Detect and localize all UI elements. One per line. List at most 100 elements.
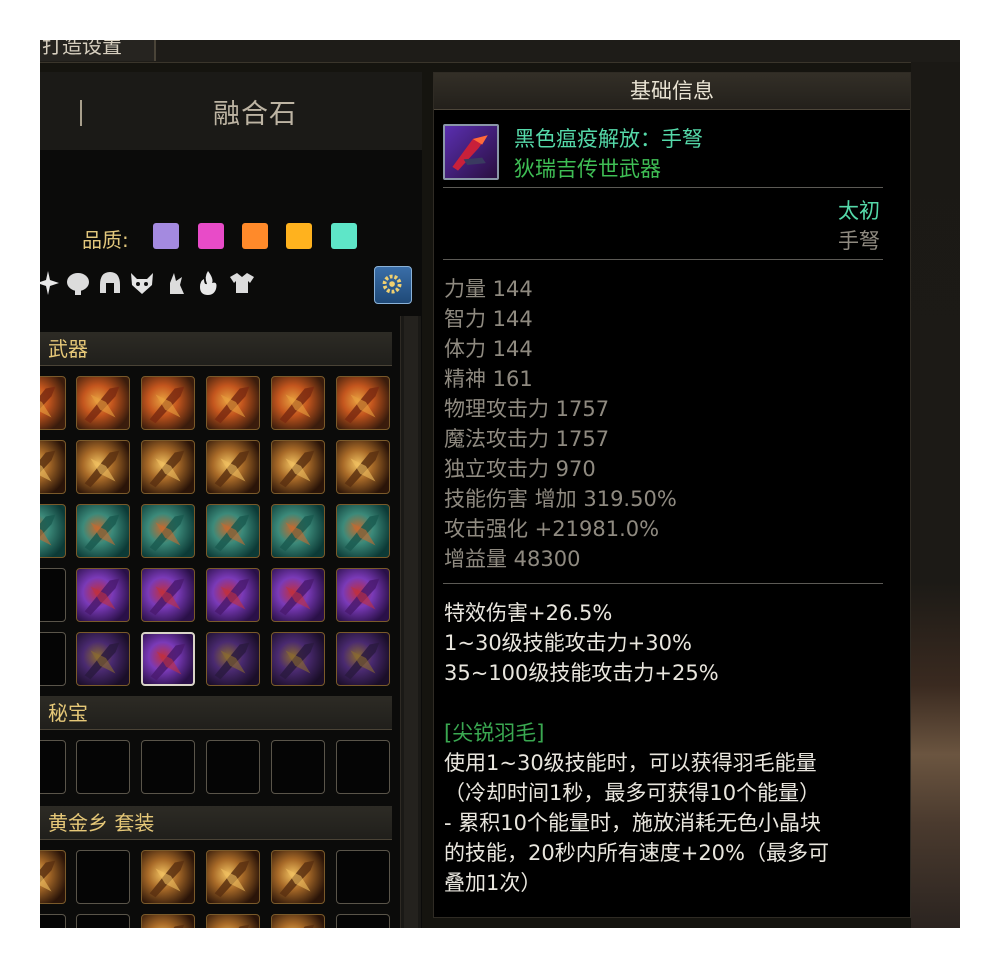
item-slot[interactable] (206, 914, 260, 928)
empty-slot[interactable] (76, 850, 130, 904)
quality-unique-filter[interactable] (198, 223, 224, 249)
empty-slot[interactable] (40, 740, 66, 794)
item-slot[interactable] (271, 850, 325, 904)
quality-rare-filter[interactable] (153, 223, 179, 249)
stat-line: 智力 144 (444, 307, 533, 331)
item-slot[interactable] (206, 632, 260, 686)
weapon-icon (214, 860, 250, 898)
rabbit-icon[interactable] (162, 269, 190, 297)
item-slot[interactable] (271, 504, 325, 558)
tab-craft-settings[interactable]: 打造设置 (40, 40, 156, 61)
item-slot[interactable] (76, 376, 130, 430)
item-slot[interactable] (76, 632, 130, 686)
stat-line: 攻击强化 +21981.0% (444, 517, 660, 541)
item-slot[interactable] (336, 440, 390, 494)
divider (443, 259, 883, 260)
empty-slot[interactable] (40, 568, 66, 622)
item-slot[interactable] (141, 850, 195, 904)
item-slot[interactable] (40, 504, 66, 558)
weapon-icon (173, 924, 185, 928)
weapon-icon (149, 386, 185, 424)
weapon-icon (84, 450, 120, 488)
item-slot[interactable] (271, 376, 325, 430)
weapon-icon (344, 514, 380, 552)
item-slot[interactable] (141, 568, 195, 622)
quality-legendary-filter[interactable] (242, 223, 268, 249)
item-slot[interactable] (40, 440, 66, 494)
helmet-icon[interactable] (96, 269, 124, 297)
item-grade: 太初 (838, 199, 880, 223)
item-slot[interactable] (40, 850, 66, 904)
item-slot[interactable] (271, 632, 325, 686)
empty-slot[interactable] (40, 914, 66, 928)
weapon-icon (344, 386, 380, 424)
item-slot[interactable] (206, 850, 260, 904)
weapon-icon (214, 386, 250, 424)
item-slot[interactable] (141, 914, 195, 928)
empty-slot[interactable] (206, 740, 260, 794)
item-slot[interactable] (271, 440, 325, 494)
gear-icon (382, 274, 402, 294)
item-slot[interactable] (336, 632, 390, 686)
item-slot[interactable] (141, 376, 195, 430)
skill-desc-line: - 累积10个能量时，施放消耗无色小晶块 (444, 811, 821, 835)
weapon-icon (279, 450, 315, 488)
flame-icon[interactable] (194, 269, 222, 297)
item-slot[interactable] (336, 568, 390, 622)
weapon-icon (84, 514, 120, 552)
crossbow-icon (445, 126, 497, 178)
background-art (911, 62, 960, 928)
empty-slot[interactable] (336, 850, 390, 904)
stat-line: 力量 144 (444, 277, 533, 301)
weapon-icon (344, 642, 380, 680)
empty-slot[interactable] (141, 740, 195, 794)
item-name: 黑色瘟疫解放：手弩 (514, 127, 703, 151)
stat-line: 体力 144 (444, 337, 533, 361)
item-slot[interactable] (271, 914, 325, 928)
empty-slot[interactable] (76, 740, 130, 794)
item-slot[interactable] (141, 504, 195, 558)
fusion-stone-tab[interactable]: 融合石 (190, 92, 320, 131)
skill-desc-line: （冷却时间1秒，最多可获得10个能量） (444, 781, 821, 805)
selected-item-slot[interactable] (141, 632, 195, 686)
sparkle-icon[interactable] (40, 269, 62, 297)
section-set: 黄金乡 套装 (40, 806, 392, 840)
stat-line: 独立攻击力 970 (444, 457, 596, 481)
scrollbar-thumb[interactable] (404, 316, 418, 928)
item-slot[interactable] (271, 568, 325, 622)
divider (443, 187, 883, 188)
empty-slot[interactable] (76, 914, 130, 928)
item-slot[interactable] (206, 568, 260, 622)
list-scrollbar[interactable] (400, 316, 421, 928)
basic-info-panel: 基础信息 黑色瘟疫解放：手弩 狄瑞吉传世武器 太初 手弩 力量 144 智力 14… (433, 72, 911, 918)
weapon-icon (344, 450, 380, 488)
item-slot[interactable] (76, 504, 130, 558)
settings-button[interactable] (374, 266, 412, 304)
armor-icon[interactable] (228, 269, 256, 297)
item-slot[interactable] (76, 568, 130, 622)
item-slot[interactable] (336, 504, 390, 558)
quality-epic-filter[interactable] (286, 223, 312, 249)
weapon-icon (84, 578, 120, 616)
weapon-icon (214, 514, 250, 552)
item-slot[interactable] (336, 376, 390, 430)
item-slot[interactable] (206, 440, 260, 494)
item-slot[interactable] (206, 376, 260, 430)
item-slot[interactable] (206, 504, 260, 558)
quality-primeval-filter[interactable] (331, 223, 357, 249)
empty-slot[interactable] (271, 740, 325, 794)
item-slot[interactable] (76, 440, 130, 494)
item-slot[interactable] (141, 440, 195, 494)
fusion-stone-panel: 融合石 品质: 武器 秘宝 黄金乡 套装 (40, 72, 422, 928)
item-slot[interactable] (40, 376, 66, 430)
effect-line: 特效伤害+26.5% (444, 601, 613, 625)
section-treasure: 秘宝 (40, 696, 392, 730)
weapon-icon (149, 860, 185, 898)
game-window: 打造设置 融合石 品质: 武器 秘宝 黄金乡 套装 基础信息 黑色瘟疫解放：手弩… (40, 40, 960, 928)
wolf-icon[interactable] (128, 269, 156, 297)
empty-slot[interactable] (336, 914, 390, 928)
empty-slot[interactable] (40, 632, 66, 686)
fusion-header: 融合石 (40, 72, 422, 150)
brain-icon[interactable] (64, 269, 92, 297)
empty-slot[interactable] (336, 740, 390, 794)
